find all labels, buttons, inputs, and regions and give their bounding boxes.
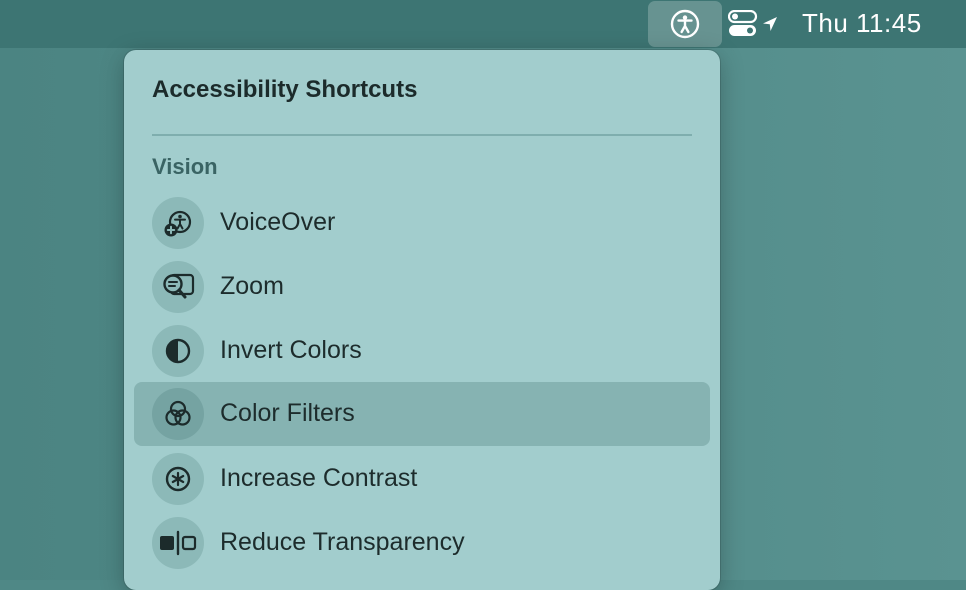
panel-title: Accessibility Shortcuts [152, 76, 418, 103]
menu-bar: Thu 11:45 [0, 0, 966, 48]
location-arrow-icon [760, 14, 780, 34]
menu-item-label: Zoom [220, 272, 284, 300]
panel-divider [152, 134, 692, 136]
menu-item-voiceover[interactable]: VoiceOver [134, 191, 710, 255]
menu-item-increase-contrast[interactable]: Increase Contrast [134, 447, 710, 511]
voiceover-icon [152, 197, 204, 249]
control-center-icon[interactable] [728, 10, 758, 38]
accessibility-icon [670, 9, 700, 39]
menu-item-label: Invert Colors [220, 336, 362, 364]
menu-item-reduce-transparency[interactable]: Reduce Transparency [134, 511, 710, 575]
color-filters-icon [152, 388, 204, 440]
menu-item-label: Color Filters [220, 399, 355, 427]
menu-item-zoom[interactable]: Zoom [134, 255, 710, 319]
menu-item-label: Increase Contrast [220, 464, 418, 492]
menu-item-color-filters[interactable]: Color Filters [134, 382, 710, 446]
accessibility-shortcuts-panel: Accessibility Shortcuts Vision VoiceOver… [124, 50, 720, 590]
reduce-transparency-icon [152, 517, 204, 569]
menubar-accessibility-button[interactable] [648, 1, 722, 47]
zoom-icon [152, 261, 204, 313]
menu-item-label: Reduce Transparency [220, 528, 465, 556]
menubar-clock[interactable]: Thu 11:45 [802, 7, 922, 39]
section-label-vision: Vision [152, 154, 218, 179]
menu-item-invert-colors[interactable]: Invert Colors [134, 319, 710, 383]
increase-contrast-icon [152, 453, 204, 505]
menu-item-label: VoiceOver [220, 208, 336, 236]
invert-colors-icon [152, 325, 204, 377]
